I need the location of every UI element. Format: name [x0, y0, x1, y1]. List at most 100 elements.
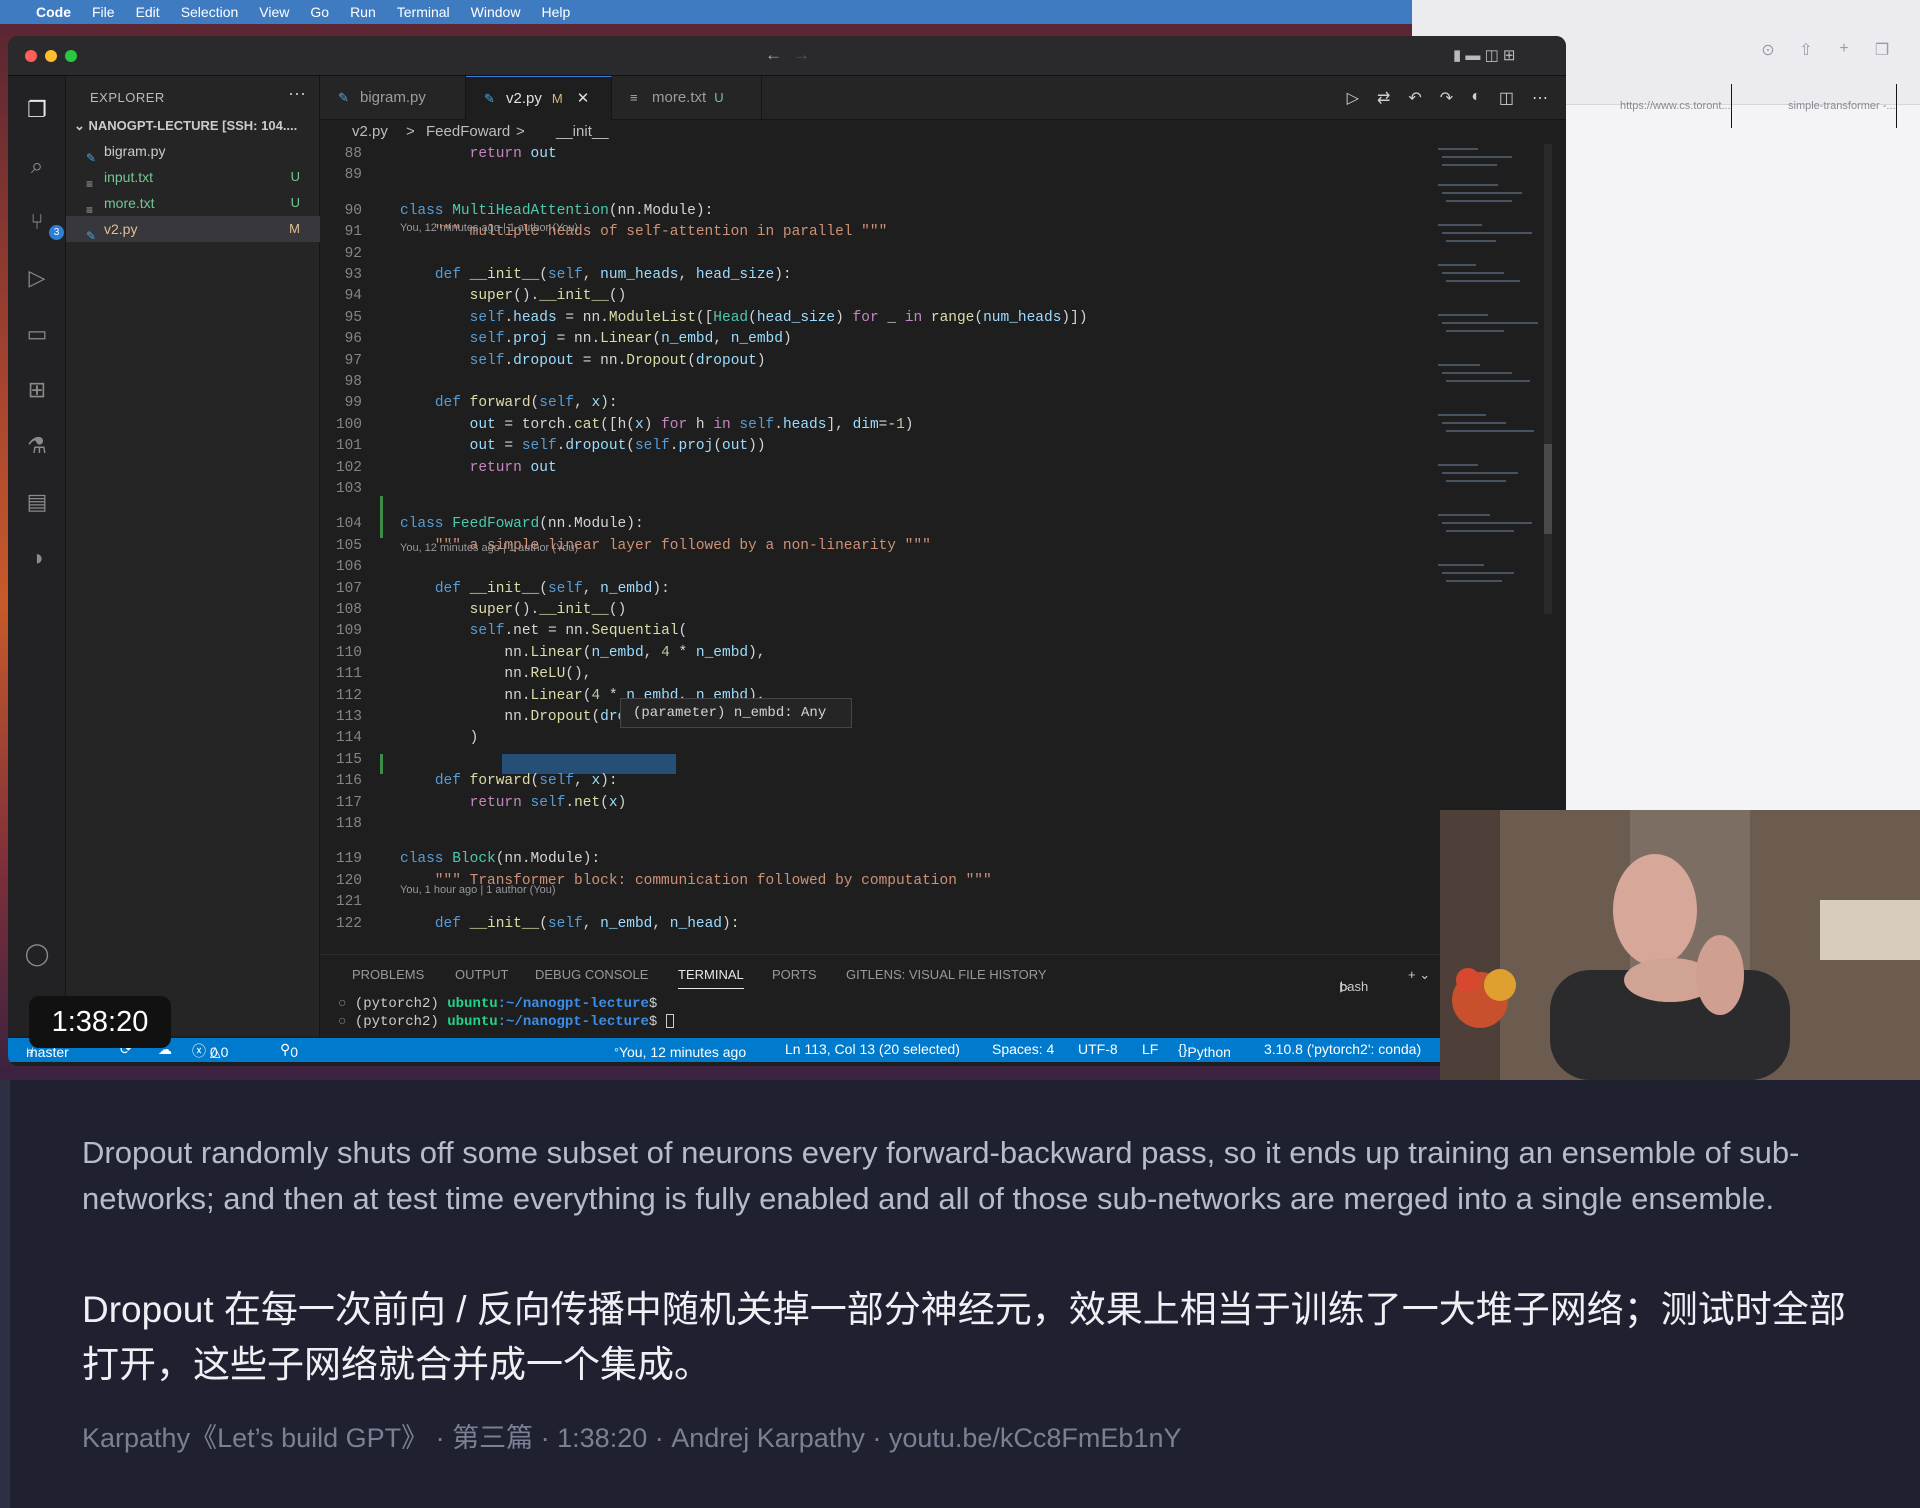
- explorer-icon[interactable]: ❐: [21, 94, 53, 126]
- tab-status: M: [551, 91, 563, 106]
- gitlens-icon[interactable]: ◑: [21, 542, 53, 574]
- tab-output[interactable]: OUTPUT: [455, 967, 508, 982]
- account-icon[interactable]: ◯: [21, 938, 53, 970]
- file-item-v2[interactable]: ✎ v2.py M: [66, 216, 320, 243]
- search-icon[interactable]: ⌕: [21, 150, 53, 182]
- layout-toggle-icons[interactable]: ▮ ▬ ◫ ⊞: [1453, 46, 1516, 64]
- tab-label: more.txt: [652, 89, 707, 106]
- breadcrumb-class[interactable]: FeedFoward: [426, 123, 510, 140]
- menu-file[interactable]: File: [92, 4, 115, 20]
- tab-terminal[interactable]: TERMINAL: [678, 967, 744, 989]
- code-line: ): [400, 730, 479, 747]
- terminal-status-icon: ○: [338, 1014, 355, 1030]
- forward-arrow-icon[interactable]: →: [793, 45, 810, 65]
- code-line: return self.net(x): [469, 794, 627, 811]
- code-line: def forward(self, x):: [434, 395, 618, 412]
- ports-indicator[interactable]: ⚲ 0: [280, 1041, 298, 1060]
- terminal[interactable]: ○ (pytorch2) ubuntu:~/nanogpt-lecture$ ○…: [320, 994, 1566, 1038]
- git-blame-status[interactable]: ◦ You, 12 minutes ago: [614, 1041, 746, 1060]
- code-line: self.heads = nn.ModuleList([Head(head_si…: [469, 309, 1088, 326]
- code-editor[interactable]: 88 return out 89 90 class MultiHeadAttentio…: [320, 144, 1432, 954]
- problems-indicator[interactable]: ⓧ 0 △ 0: [192, 1041, 228, 1061]
- menu-terminal[interactable]: Terminal: [397, 4, 450, 20]
- browser-tab-1[interactable]: https://www.cs.toront...: [1580, 84, 1732, 128]
- cursor-position[interactable]: Ln 113, Col 13 (20 selected): [785, 1041, 960, 1057]
- file-item-more[interactable]: ≡ more.txt U: [66, 190, 320, 217]
- menu-help[interactable]: Help: [541, 4, 570, 20]
- code-line: return out: [469, 146, 557, 162]
- hover-tooltip: (parameter) n_embd: Any: [620, 698, 852, 728]
- encoding[interactable]: UTF-8: [1078, 1041, 1118, 1057]
- code-line: nn.Linear(n_embd, 4 * n_embd),: [400, 644, 766, 661]
- more-icon[interactable]: ⋯: [1532, 88, 1548, 108]
- line-number: 114: [335, 730, 362, 747]
- testing-icon[interactable]: ⚗: [21, 430, 53, 462]
- more-actions-icon[interactable]: ⋯: [288, 84, 306, 105]
- tab-bigram[interactable]: ✎ bigram.py: [320, 76, 466, 120]
- share-icon[interactable]: ⇧: [1796, 40, 1816, 60]
- status-bar: ⑂ master ⟳ ☁ ⓧ 0 △ 0 ⚲ 0 ◦ You, 12 minut…: [8, 1038, 1566, 1062]
- project-folder[interactable]: ⌄ NANOGPT-LECTURE [SSH: 104....: [74, 118, 297, 134]
- line-number: 98: [344, 374, 362, 390]
- menu-window[interactable]: Window: [471, 4, 521, 20]
- gitlens-codelens[interactable]: You, 1 hour ago | 1 author (You): [400, 884, 556, 896]
- shell-label: bash: [1340, 979, 1369, 994]
- browser-tab-2[interactable]: simple-transformer -...: [1748, 84, 1897, 128]
- line-number: 122: [335, 915, 362, 932]
- minimize-window-button[interactable]: [45, 50, 57, 62]
- remote-explorer-icon[interactable]: ▭: [21, 318, 53, 350]
- run-debug-icon[interactable]: ▷: [21, 262, 53, 294]
- zoom-window-button[interactable]: [65, 50, 77, 62]
- file-item-bigram[interactable]: ✎ bigram.py: [66, 138, 320, 165]
- git-next-icon[interactable]: ↷: [1440, 88, 1453, 108]
- menu-run[interactable]: Run: [350, 4, 376, 20]
- tab-debug-console[interactable]: DEBUG CONSOLE: [535, 967, 648, 982]
- run-icon[interactable]: ▷: [1347, 88, 1359, 108]
- tab-more[interactable]: ≡ more.txt U: [612, 76, 762, 120]
- tab-gitlens[interactable]: GITLENS: VISUAL FILE HISTORY: [846, 967, 1047, 982]
- new-terminal-icon[interactable]: + ⌄: [1408, 967, 1430, 983]
- menu-app-name[interactable]: Code: [36, 4, 71, 20]
- git-previous-icon[interactable]: ↶: [1408, 88, 1421, 108]
- file-item-input[interactable]: ≡ input.txt U: [66, 164, 320, 191]
- split-editor-icon[interactable]: ◫: [1499, 88, 1514, 108]
- line-number: 108: [335, 602, 362, 618]
- back-arrow-icon[interactable]: ←: [765, 45, 782, 65]
- extensions-icon[interactable]: ⊞: [21, 374, 53, 406]
- project-name: NANOGPT-LECTURE [SSH: 104....: [88, 118, 298, 133]
- code-line: def __init__(self, n_embd):: [434, 580, 670, 597]
- python-interpreter[interactable]: 3.10.8 ('pytorch2': conda): [1264, 1041, 1421, 1057]
- terminal-line: ○ (pytorch2) ubuntu:~/nanogpt-lecture$: [338, 996, 657, 1012]
- menu-view[interactable]: View: [259, 4, 289, 20]
- indentation[interactable]: Spaces: 4: [992, 1041, 1054, 1057]
- tabs-overview-icon[interactable]: ❐: [1872, 40, 1892, 60]
- code-line: nn.ReLU(),: [400, 666, 592, 683]
- notebook-icon[interactable]: ▤: [21, 486, 53, 518]
- minimap[interactable]: [1432, 144, 1552, 614]
- new-tab-icon[interactable]: +: [1834, 40, 1854, 60]
- download-icon[interactable]: ⊙: [1758, 40, 1778, 60]
- gitlens-codelens[interactable]: You, 12 minutes ago | 1 author (You): [400, 222, 578, 234]
- compare-changes-icon[interactable]: ⇄: [1377, 88, 1390, 108]
- code-line: self.net = nn.Sequential(: [469, 623, 688, 640]
- tab-v2[interactable]: ✎ v2.py M ✕: [466, 76, 612, 120]
- language-mode[interactable]: {} Python: [1178, 1041, 1231, 1060]
- code-line: class MultiHeadAttention(nn.Module):: [400, 202, 714, 219]
- line-number: 106: [335, 559, 362, 576]
- source-control-icon[interactable]: ⑂ 3: [21, 206, 64, 240]
- close-window-button[interactable]: [25, 50, 37, 62]
- file-name: bigram.py: [104, 143, 166, 159]
- line-number: 103: [335, 481, 362, 497]
- breadcrumb-method[interactable]: __init__: [556, 123, 609, 140]
- breadcrumb-file[interactable]: v2.py: [352, 123, 388, 140]
- line-ending[interactable]: LF: [1142, 1041, 1158, 1057]
- tab-problems[interactable]: PROBLEMS: [352, 967, 424, 982]
- menu-go[interactable]: Go: [310, 4, 329, 20]
- gitlens-blame-icon[interactable]: ◐: [1471, 88, 1481, 108]
- line-number: 92: [344, 245, 362, 262]
- gitlens-codelens[interactable]: You, 12 minutes ago | 1 author (You): [400, 542, 578, 554]
- menu-edit[interactable]: Edit: [136, 4, 160, 20]
- menu-selection[interactable]: Selection: [181, 4, 239, 20]
- tab-ports[interactable]: PORTS: [772, 967, 817, 982]
- close-tab-icon[interactable]: ✕: [577, 90, 590, 107]
